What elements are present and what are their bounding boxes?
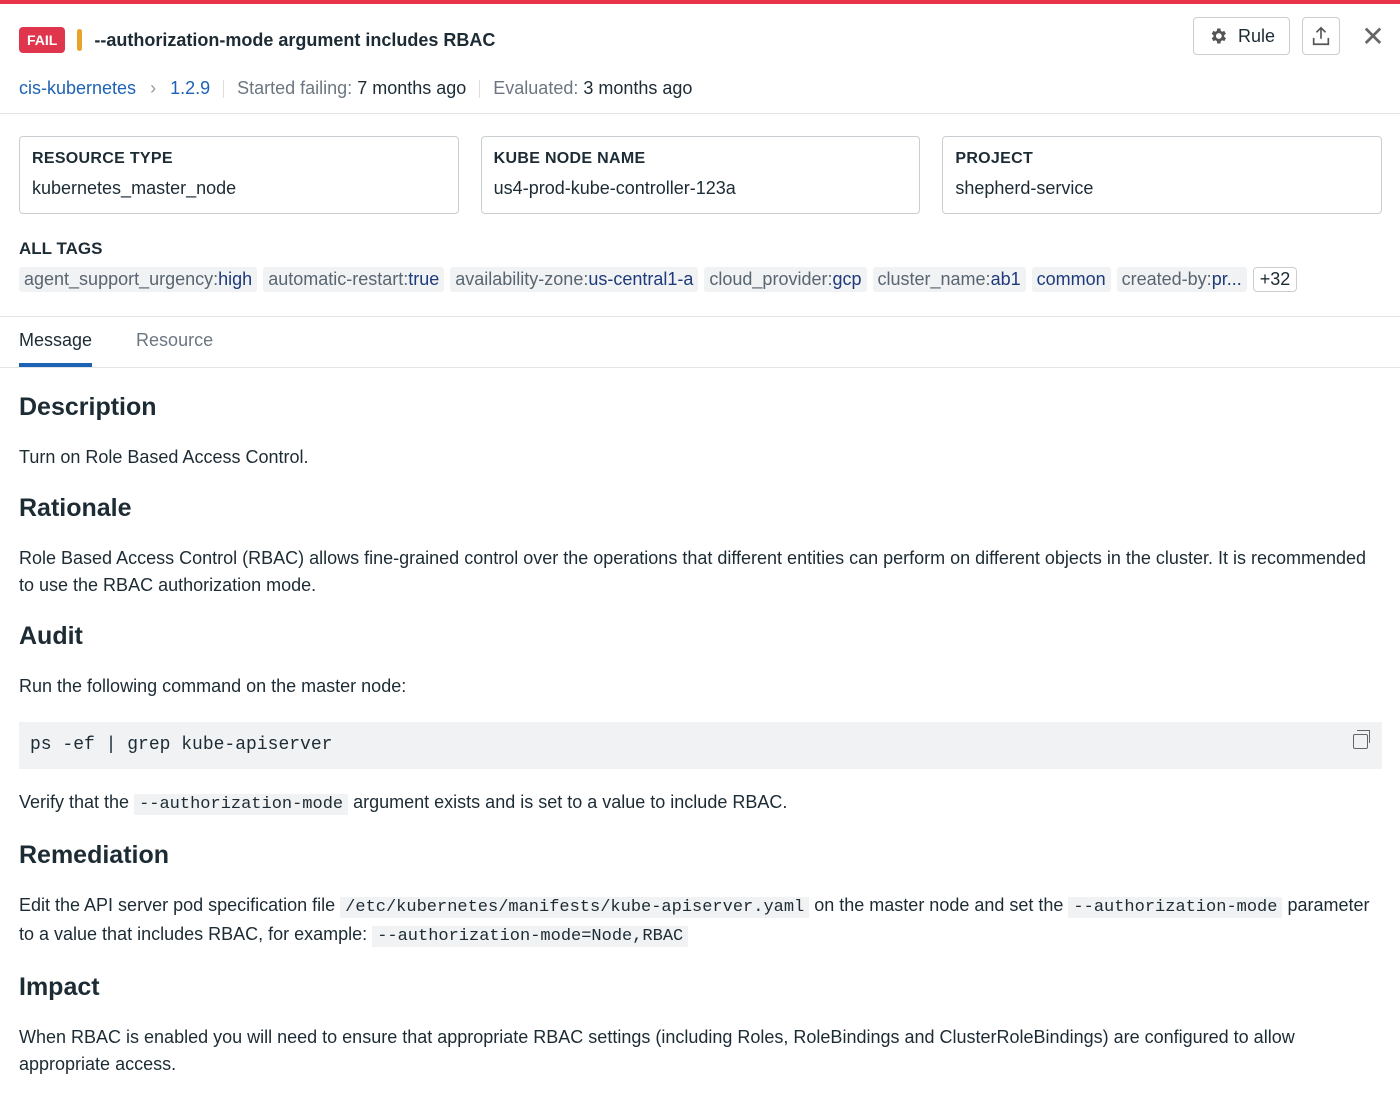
card-key: RESOURCE TYPE [32, 150, 446, 168]
started-label: Started failing: [237, 78, 352, 99]
text: on the master node and set the [809, 895, 1068, 915]
breadcrumb: cis-kubernetes › 1.2.9 Started failing: … [19, 78, 692, 99]
tag-value: pr... [1212, 269, 1242, 289]
card-value: kubernetes_master_node [32, 178, 446, 199]
rule-button-label: Rule [1238, 26, 1275, 47]
evaluated-label: Evaluated: [493, 78, 578, 99]
tag[interactable]: created-by:pr... [1117, 267, 1247, 292]
impact-text: When RBAC is enabled you will need to en… [19, 1024, 1382, 1078]
gear-icon [1208, 26, 1228, 46]
tag[interactable]: cluster_name:ab1 [873, 267, 1026, 292]
page-title: --authorization-mode argument includes R… [94, 30, 495, 51]
remediation-text: Edit the API server pod specification fi… [19, 892, 1382, 950]
inline-code: /etc/kubernetes/manifests/kube-apiserver… [340, 897, 809, 918]
divider [223, 80, 224, 98]
text: argument exists and is set to a value to… [348, 792, 787, 812]
description-text: Turn on Role Based Access Control. [19, 444, 1382, 471]
tag-list: agent_support_urgency:high automatic-res… [19, 267, 1297, 292]
description-heading: Description [19, 392, 1382, 422]
inline-code: --authorization-mode [134, 794, 348, 815]
verify-text: Verify that the --authorization-mode arg… [19, 789, 1382, 818]
close-icon[interactable]: ✕ [1358, 20, 1388, 53]
more-tags-button[interactable]: +32 [1253, 267, 1298, 292]
tag-value: gcp [832, 269, 861, 289]
header: FAIL --authorization-mode argument inclu… [19, 27, 495, 53]
tag[interactable]: cloud_provider:gcp [704, 267, 866, 292]
header-actions: Rule ✕ [1193, 17, 1388, 55]
tag-key: availability-zone: [455, 269, 588, 289]
tab-bar: Message Resource [19, 330, 213, 367]
severity-indicator [77, 29, 82, 51]
chevron-right-icon: › [150, 78, 156, 99]
control-link[interactable]: 1.2.9 [170, 78, 210, 99]
tab-message[interactable]: Message [19, 330, 92, 367]
resource-cards: RESOURCE TYPE kubernetes_master_node KUBE… [19, 136, 1382, 214]
tag-key: agent_support_urgency: [24, 269, 218, 289]
status-bar [0, 0, 1400, 4]
card-key: PROJECT [955, 150, 1369, 168]
tag[interactable]: automatic-restart:true [263, 267, 444, 292]
audit-command: ps -ef | grep kube-apiserver [30, 735, 332, 755]
tag-key: cloud_provider: [709, 269, 832, 289]
card-value: shepherd-service [955, 178, 1369, 199]
kube-node-name-card: KUBE NODE NAME us4-prod-kube-controller-1… [481, 136, 921, 214]
evaluated-value: 3 months ago [583, 78, 692, 99]
rule-button[interactable]: Rule [1193, 17, 1290, 55]
share-button[interactable] [1302, 17, 1340, 55]
audit-text: Run the following command on the master … [19, 673, 1382, 700]
tag-value: high [218, 269, 252, 289]
rationale-text: Role Based Access Control (RBAC) allows … [19, 545, 1382, 599]
tab-resource[interactable]: Resource [136, 330, 213, 367]
text: Verify that the [19, 792, 134, 812]
tags-heading: ALL TAGS [19, 239, 102, 259]
status-badge: FAIL [19, 27, 65, 53]
divider [0, 113, 1400, 114]
divider [0, 316, 1400, 317]
divider [0, 367, 1400, 368]
tag-key: automatic-restart: [268, 269, 408, 289]
copy-icon[interactable] [1353, 734, 1368, 749]
tag-value: us-central1-a [588, 269, 693, 289]
divider [479, 80, 480, 98]
framework-link[interactable]: cis-kubernetes [19, 78, 136, 99]
tag-value: true [408, 269, 439, 289]
text: Edit the API server pod specification fi… [19, 895, 340, 915]
inline-code: --authorization-mode=Node,RBAC [372, 926, 688, 947]
share-icon [1310, 25, 1332, 47]
resource-type-card: RESOURCE TYPE kubernetes_master_node [19, 136, 459, 214]
tag-key: created-by: [1122, 269, 1212, 289]
project-card: PROJECT shepherd-service [942, 136, 1382, 214]
card-key: KUBE NODE NAME [494, 150, 908, 168]
message-content: Description Turn on Role Based Access Co… [19, 392, 1382, 1100]
tag-key: cluster_name: [878, 269, 991, 289]
audit-code-block: ps -ef | grep kube-apiserver [19, 722, 1382, 769]
rationale-heading: Rationale [19, 493, 1382, 523]
tag-value: common [1037, 269, 1106, 289]
tag[interactable]: availability-zone:us-central1-a [450, 267, 698, 292]
inline-code: --authorization-mode [1068, 897, 1282, 918]
tag-value: ab1 [991, 269, 1021, 289]
card-value: us4-prod-kube-controller-123a [494, 178, 908, 199]
tag[interactable]: agent_support_urgency:high [19, 267, 257, 292]
started-value: 7 months ago [357, 78, 466, 99]
audit-heading: Audit [19, 621, 1382, 651]
impact-heading: Impact [19, 972, 1382, 1002]
tag[interactable]: common [1032, 267, 1111, 292]
remediation-heading: Remediation [19, 840, 1382, 870]
